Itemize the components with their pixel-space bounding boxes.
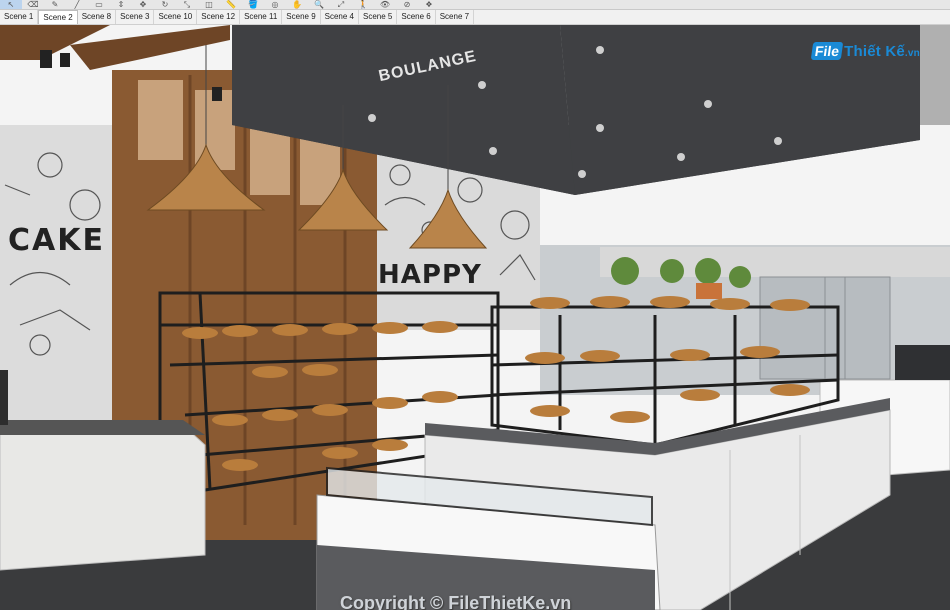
scene-tabs: Scene 1 Scene 2 Scene 8 Scene 3 Scene 10 Scen… [0, 10, 950, 25]
scene-tab[interactable]: Scene 10 [154, 10, 198, 24]
push-pull-icon[interactable]: ⇕ [110, 0, 132, 9]
sketchup-window: ↖ ⌫ ✎ ╱ ▭ ⇕ ✥ ↻ ⤡ ◫ 📏 🪣 ◎ ✋ 🔍 ⤢ 🚶 👁 ⊘ ❖ Scene 1 Scene 2 Scene… [0, 0, 950, 610]
rotate-icon[interactable]: ↻ [154, 0, 176, 9]
wall-word-happy: HAPPY [378, 260, 482, 290]
component-icon[interactable]: ❖ [418, 0, 440, 9]
logo-file-box: File [810, 42, 844, 60]
scene-tab[interactable]: Scene 5 [359, 10, 398, 24]
scene-tab[interactable]: Scene 11 [240, 10, 283, 24]
tape-icon[interactable]: 📏 [220, 0, 242, 9]
walk-icon[interactable]: 🚶 [352, 0, 374, 9]
scene-tab[interactable]: Scene 7 [436, 10, 475, 24]
zoom-extents-icon[interactable]: ⤢ [330, 0, 352, 9]
eraser-icon[interactable]: ⌫ [22, 0, 44, 9]
scene-tab[interactable]: Scene 12 [197, 10, 241, 24]
logo-text: Thiết Kế.vn [844, 42, 920, 60]
bakery-render [0, 25, 950, 610]
pencil-icon[interactable]: ✎ [44, 0, 66, 9]
line-icon[interactable]: ╱ [66, 0, 88, 9]
offset-icon[interactable]: ◫ [198, 0, 220, 9]
section-icon[interactable]: ⊘ [396, 0, 418, 9]
3d-viewport[interactable]: BOULANGE CAKE HAPPY File Thiết Kế.vn Cop… [0, 25, 950, 610]
scene-tab[interactable]: Scene 2 [38, 10, 78, 24]
scale-icon[interactable]: ⤡ [176, 0, 198, 9]
paint-icon[interactable]: 🪣 [242, 0, 264, 9]
scene-tab[interactable]: Scene 8 [78, 10, 117, 24]
toolbar: ↖ ⌫ ✎ ╱ ▭ ⇕ ✥ ↻ ⤡ ◫ 📏 🪣 ◎ ✋ 🔍 ⤢ 🚶 👁 ⊘ ❖ [0, 0, 950, 10]
orbit-icon[interactable]: ◎ [264, 0, 286, 9]
copyright-watermark: Copyright © FileThietKe.vn [340, 593, 572, 610]
scene-tab[interactable]: Scene 1 [0, 10, 39, 24]
watermark-logo: File Thiết Kế.vn [810, 37, 920, 65]
scene-tab[interactable]: Scene 4 [321, 10, 359, 24]
scene-tab[interactable]: Scene 3 [116, 10, 155, 24]
wall-word-cake: CAKE [8, 223, 105, 258]
select-arrow-icon[interactable]: ↖ [0, 0, 22, 9]
scene-tab[interactable]: Scene 6 [397, 10, 436, 24]
left-marble-counter [0, 424, 206, 571]
look-icon[interactable]: 👁 [374, 0, 396, 9]
shape-icon[interactable]: ▭ [88, 0, 110, 9]
scene-tab[interactable]: Scene 9 [282, 10, 321, 24]
pan-icon[interactable]: ✋ [286, 0, 308, 9]
move-icon[interactable]: ✥ [132, 0, 154, 9]
zoom-icon[interactable]: 🔍 [308, 0, 330, 9]
